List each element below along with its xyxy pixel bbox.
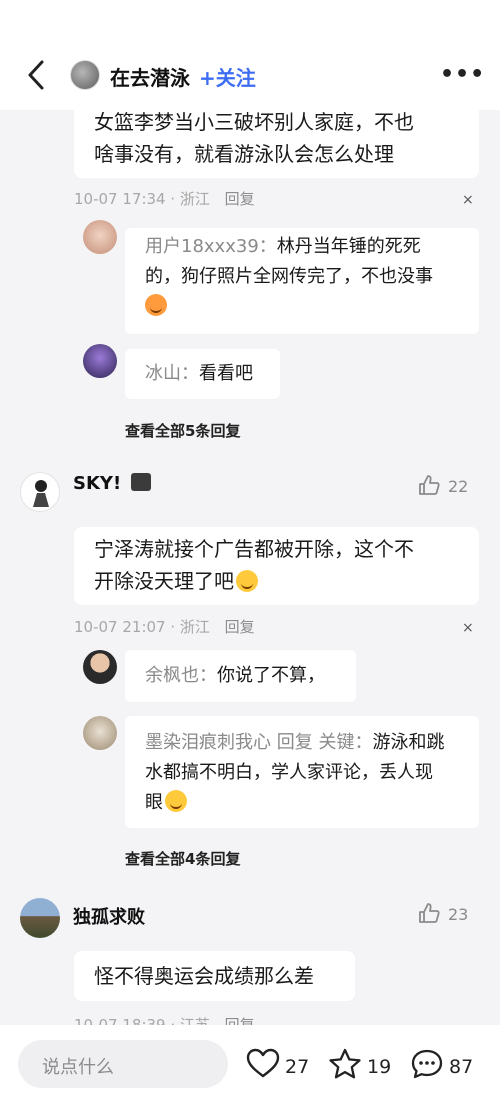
author-name[interactable]: 在去潜泳 xyxy=(110,62,190,91)
top-nav-bar: 在去潜泳 +关注 ••• xyxy=(0,0,500,110)
like-post-count: 27 xyxy=(285,1056,310,1078)
view-all-replies-link[interactable]: 查看全部4条回复 xyxy=(125,848,240,869)
reply-text-line: 水都搞不明白，学人家评论，丢人现 xyxy=(145,762,433,783)
comment-author[interactable]: SKY! xyxy=(73,473,152,494)
chevron-left-icon xyxy=(28,60,44,90)
reply-bubble[interactable]: 墨染泪痕刺我心 回复 关键：游泳和跳 水都搞不明白，学人家评论，丢人现 眼 xyxy=(125,716,479,828)
dismiss-icon[interactable]: × xyxy=(462,620,474,636)
like-button[interactable]: 23 xyxy=(418,902,468,924)
avatar[interactable] xyxy=(20,898,60,938)
reply-text-line: 的，狗仔照片全网传完了，不也没事 xyxy=(145,266,433,287)
reply-text: 你说了不算， xyxy=(217,665,325,686)
comment-author-name[interactable]: 独孤求败 xyxy=(73,903,145,929)
follow-button[interactable]: +关注 xyxy=(199,62,256,91)
reply-text-line: 眼 xyxy=(145,792,163,813)
comment-text-line: 女篮李梦当小三破坏别人家庭，不也 xyxy=(94,110,414,134)
crying-fox-emoji-icon xyxy=(145,294,167,316)
reply-text: 看看吧 xyxy=(199,363,253,384)
comment-bubble[interactable]: 怪不得奥运会成绩那么差 xyxy=(74,951,355,1001)
avatar[interactable] xyxy=(20,472,60,512)
more-options-icon[interactable]: ••• xyxy=(440,62,484,87)
comment-meta: 10-07 21:07 · 浙江 回复 xyxy=(74,616,255,637)
comment-text-line: 开除没天理了吧 xyxy=(94,569,234,593)
crying-emoji-icon xyxy=(165,790,187,812)
reply-text-line: 林丹当年锤的死死 xyxy=(276,236,421,257)
reply-text-line: 游泳和跳 xyxy=(372,732,445,753)
grinning-emoji-icon xyxy=(236,570,258,592)
view-all-replies-link[interactable]: 查看全部5条回复 xyxy=(125,420,240,441)
comment-text: 怪不得奥运会成绩那么差 xyxy=(94,964,314,988)
reply-user[interactable]: 用户18xxx39： xyxy=(145,236,277,257)
comment-input[interactable]: 说点什么 xyxy=(18,1040,228,1088)
dismiss-icon[interactable]: × xyxy=(462,192,474,208)
favorite-button[interactable]: 19 xyxy=(328,1048,391,1080)
avatar-figure-icon xyxy=(33,480,49,507)
like-count: 22 xyxy=(448,477,469,496)
avatar[interactable] xyxy=(83,220,117,254)
like-post-button[interactable]: 27 xyxy=(246,1048,309,1080)
star-icon xyxy=(329,1048,361,1079)
comment-text-line: 宁泽涛就接个广告都被开除，这个不 xyxy=(94,537,414,561)
comments-count: 87 xyxy=(449,1056,474,1078)
avatar[interactable] xyxy=(83,650,117,684)
reply-target-user[interactable]: 关键： xyxy=(318,732,372,753)
comment-bubble-icon xyxy=(411,1049,443,1079)
reply-button[interactable]: 回复 xyxy=(225,190,255,208)
heart-icon xyxy=(246,1048,280,1078)
comment-author-name: SKY! xyxy=(73,473,122,494)
comment-bubble[interactable]: 宁泽涛就接个广告都被开除，这个不 开除没天理了吧 xyxy=(74,527,479,605)
comment-time: 10-07 21:07 · 浙江 xyxy=(74,618,210,636)
comments-button[interactable]: 87 xyxy=(410,1048,473,1080)
comment-meta: 10-07 17:34 · 浙江 回复 xyxy=(74,188,255,209)
reply-user[interactable]: 余枫也： xyxy=(145,665,217,686)
comment-time: 10-07 17:34 · 浙江 xyxy=(74,190,210,208)
bottom-action-bar: 说点什么 27 19 87 xyxy=(0,1025,500,1103)
reply-to-word: 回复 xyxy=(271,732,319,753)
back-button[interactable] xyxy=(22,58,52,92)
comment-bubble[interactable]: 女篮李梦当小三破坏别人家庭，不也 啥事没有，就看游泳队会怎么处理 xyxy=(74,102,479,178)
thumbs-up-icon xyxy=(419,475,440,495)
thumbs-up-icon xyxy=(419,903,440,923)
avatar[interactable] xyxy=(83,716,117,750)
reply-bubble[interactable]: 用户18xxx39：林丹当年锤的死死 的，狗仔照片全网传完了，不也没事 xyxy=(125,228,479,334)
favorite-count: 19 xyxy=(367,1056,392,1078)
badge-icon xyxy=(131,473,152,491)
like-count: 23 xyxy=(448,905,469,924)
reply-user[interactable]: 冰山： xyxy=(145,363,199,384)
reply-button[interactable]: 回复 xyxy=(225,618,255,636)
author-avatar[interactable] xyxy=(70,60,100,90)
reply-bubble[interactable]: 余枫也：你说了不算， xyxy=(125,650,356,702)
avatar[interactable] xyxy=(83,344,117,378)
reply-bubble[interactable]: 冰山：看看吧 xyxy=(125,349,280,399)
reply-user[interactable]: 墨染泪痕刺我心 xyxy=(145,732,271,753)
comment-text-line: 啥事没有，就看游泳队会怎么处理 xyxy=(94,142,394,166)
like-button[interactable]: 22 xyxy=(418,474,468,496)
